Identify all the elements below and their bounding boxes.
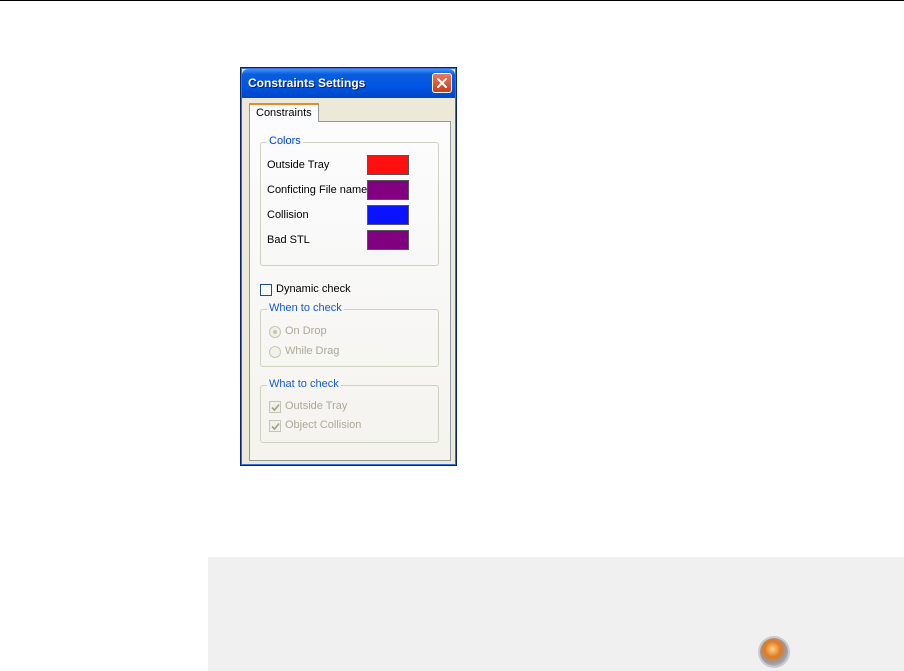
- collision-color-label: Collision: [267, 209, 309, 221]
- conflicting-file-name-color-label: Conficting File name: [267, 184, 368, 196]
- top-divider-line: [0, 0, 904, 1]
- on-drop-label: On Drop: [285, 325, 327, 337]
- colors-group-legend: Colors: [267, 135, 303, 147]
- dialog-title: Constraints Settings: [248, 76, 366, 90]
- close-icon: [437, 78, 447, 88]
- object-collision-checkbox[interactable]: [269, 420, 281, 432]
- while-drag-radio[interactable]: [269, 346, 281, 358]
- outside-tray-check-checkbox[interactable]: [269, 401, 281, 413]
- close-button[interactable]: [432, 73, 452, 93]
- dynamic-check-checkbox[interactable]: [260, 284, 272, 296]
- object-collision-label: Object Collision: [285, 419, 362, 431]
- colors-group: Colors Outside Tray Conficting File name…: [260, 135, 439, 266]
- dynamic-check-label: Dynamic check: [276, 283, 351, 295]
- bad-stl-color-label: Bad STL: [267, 234, 310, 246]
- tab-panel-constraints: Colors Outside Tray Conficting File name…: [249, 121, 451, 461]
- title-bar: Constraints Settings: [242, 69, 455, 98]
- when-to-check-group: When to check On Drop While Drag: [260, 302, 439, 367]
- while-drag-label: While Drag: [285, 345, 340, 357]
- dialog-client-area: Constraints Colors Outside Tray Conficti…: [245, 98, 452, 461]
- radio-selected-dot: [273, 330, 277, 334]
- outside-tray-check-label: Outside Tray: [285, 400, 348, 412]
- when-to-check-legend: When to check: [267, 302, 344, 314]
- outside-tray-color-label: Outside Tray: [267, 159, 330, 171]
- what-to-check-group: What to check Outside Tray Object Collis…: [260, 378, 439, 443]
- checkmark-icon: [271, 422, 280, 431]
- conflicting-file-name-color-swatch[interactable]: [367, 180, 409, 200]
- collision-color-swatch[interactable]: [367, 205, 409, 225]
- app-orb-icon: [760, 638, 788, 666]
- what-to-check-legend: What to check: [267, 378, 341, 390]
- bad-stl-color-swatch[interactable]: [367, 230, 409, 250]
- bottom-note-panel: [208, 557, 904, 671]
- outside-tray-color-swatch[interactable]: [367, 155, 409, 175]
- tab-constraints[interactable]: Constraints: [249, 103, 319, 122]
- constraints-settings-dialog: Constraints Settings Constraints Colors …: [240, 67, 457, 466]
- checkmark-icon: [271, 403, 280, 412]
- on-drop-radio[interactable]: [269, 326, 281, 338]
